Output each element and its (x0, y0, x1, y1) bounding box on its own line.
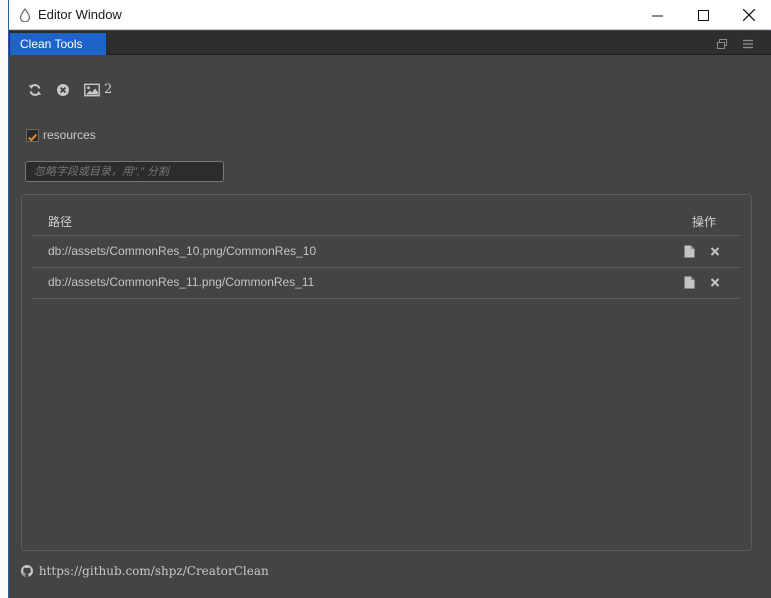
close-button[interactable] (726, 0, 771, 30)
editor-window: Editor Window Clean Tools 2 resources 忽略… (8, 0, 771, 598)
results-table: 路径 操作 db://assets/CommonRes_10.png/Commo… (21, 194, 752, 551)
popout-icon[interactable] (716, 37, 728, 49)
github-link-text[interactable]: https://github.com/shpz/CreatorClean (39, 564, 269, 578)
clean-tools-panel: 2 resources 路径 操作 db://assets/CommonRes_… (9, 55, 771, 598)
image-count: 2 (104, 82, 113, 97)
window-title: Editor Window (38, 7, 122, 22)
image-icon[interactable] (84, 83, 100, 97)
file-icon[interactable] (684, 276, 696, 289)
resources-checkbox[interactable] (26, 129, 39, 142)
minimize-icon (651, 15, 663, 16)
title-bar: Editor Window (9, 0, 771, 30)
file-icon[interactable] (684, 245, 696, 258)
close-icon (743, 9, 755, 21)
ignore-input[interactable] (25, 161, 224, 182)
check-icon (28, 133, 38, 142)
header-path: 路径 (48, 215, 73, 229)
row-path: db://assets/CommonRes_11.png/CommonRes_1… (48, 275, 315, 289)
refresh-icon[interactable] (28, 83, 42, 97)
minimize-button[interactable] (634, 0, 680, 30)
table-row: db://assets/CommonRes_10.png/CommonRes_1… (32, 236, 741, 268)
menu-icon[interactable] (742, 37, 754, 49)
table-header: 路径 操作 (32, 203, 741, 236)
delete-icon[interactable] (710, 276, 722, 289)
github-icon (21, 565, 33, 577)
maximize-icon (697, 9, 709, 21)
tab-clean-tools[interactable]: Clean Tools (10, 33, 106, 55)
delete-icon[interactable] (710, 245, 722, 258)
clear-icon[interactable] (56, 83, 70, 97)
app-icon (19, 7, 31, 23)
tab-bar: Clean Tools (9, 31, 771, 55)
github-link[interactable]: https://github.com/shpz/CreatorClean (21, 564, 269, 578)
row-path: db://assets/CommonRes_10.png/CommonRes_1… (48, 244, 317, 258)
table-row: db://assets/CommonRes_11.png/CommonRes_1… (32, 267, 741, 299)
resources-label: resources (43, 128, 96, 142)
header-action: 操作 (692, 215, 717, 229)
maximize-button[interactable] (680, 0, 726, 30)
